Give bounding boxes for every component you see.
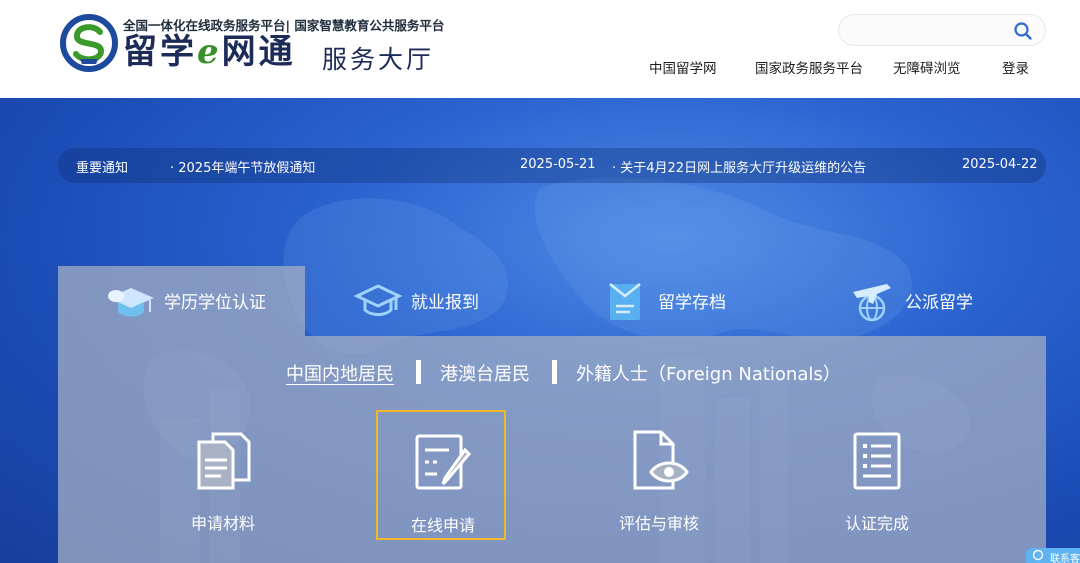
resident-type-tabs: 中国内地居民 港澳台居民 外籍人士（Foreign Nationals） [58,358,1046,386]
search-input[interactable] [853,21,1013,41]
nav-cscse-link[interactable]: 中国留学网 [649,57,717,77]
search-icon[interactable] [1013,21,1033,41]
airplane-globe-icon [853,284,891,322]
step-certification-complete[interactable]: 认证完成 [812,410,942,540]
step-evaluation-review[interactable]: 评估与审核 [594,410,724,540]
notice-item[interactable]: · 关于4月22日网上服务大厅升级运维的公告 [612,157,866,176]
step-online-application[interactable]: 在线申请 [376,410,506,540]
tab-separator [416,360,421,384]
notice-bar: 重要通知 · 2025年端午节放假通知 2025-05-21 · 关于4月22日… [58,148,1046,183]
step-application-materials[interactable]: 申请材料 [158,410,288,540]
search-box [838,14,1046,46]
graduation-cap-icon [108,288,154,317]
checklist-icon [853,432,901,490]
tab-degree-certification[interactable]: 学历学位认证 [58,266,305,336]
step-label: 认证完成 [844,514,909,533]
chat-icon [1032,550,1044,561]
notice-label: 重要通知 [76,161,129,176]
notice-date: 2025-04-22 [962,157,1038,172]
nav-gov-service-link[interactable]: 国家政务服务平台 [755,57,863,77]
tab-mainland-resident[interactable]: 中国内地居民 [286,360,394,386]
documents-icon [197,432,251,490]
contact-label: 联系客 [1050,554,1080,563]
step-label: 在线申请 [410,516,475,535]
edit-form-icon [415,434,472,490]
tab-label: 就业报到 [411,293,479,313]
notice-date: 2025-05-21 [520,157,596,172]
service-panel: 中国内地居民 港澳台居民 外籍人士（Foreign Nationals） 申请材… [58,336,1046,563]
service-tabs: 学历学位认证 就业报到 留学存档 公派留学 [58,266,1046,336]
tab-study-archive[interactable]: 留学存档 [552,266,799,336]
mortarboard-icon [353,284,403,316]
tab-label: 公派留学 [905,293,973,313]
tab-separator [552,360,557,384]
tab-label: 留学存档 [658,293,726,313]
archive-document-icon [609,283,641,320]
site-header: 全国一体化在线政务服务平台| 国家智慧教育公共服务平台 留学e网通 服务大厅 中… [0,0,1080,98]
nav-login-link[interactable]: 登录 [1002,57,1029,77]
tab-government-sponsored[interactable]: 公派留学 [799,266,1046,336]
contact-service-button[interactable]: 联系客 [1026,548,1080,563]
notice-item[interactable]: · 2025年端午节放假通知 [170,157,315,176]
tab-label: 学历学位认证 [164,293,266,313]
tab-employment-report[interactable]: 就业报到 [305,266,552,336]
document-review-icon [633,430,689,490]
step-label: 评估与审核 [618,514,699,533]
tab-foreign-nationals[interactable]: 外籍人士（Foreign Nationals） [576,360,841,386]
tab-hk-macao-taiwan-resident[interactable]: 港澳台居民 [440,360,530,386]
nav-accessibility-link[interactable]: 无障碍浏览 [893,57,961,77]
top-nav: 中国留学网 国家政务服务平台 无障碍浏览 登录 [0,57,1080,77]
step-label: 申请材料 [190,514,255,533]
hero-banner: 重要通知 · 2025年端午节放假通知 2025-05-21 · 关于4月22日… [0,98,1080,563]
